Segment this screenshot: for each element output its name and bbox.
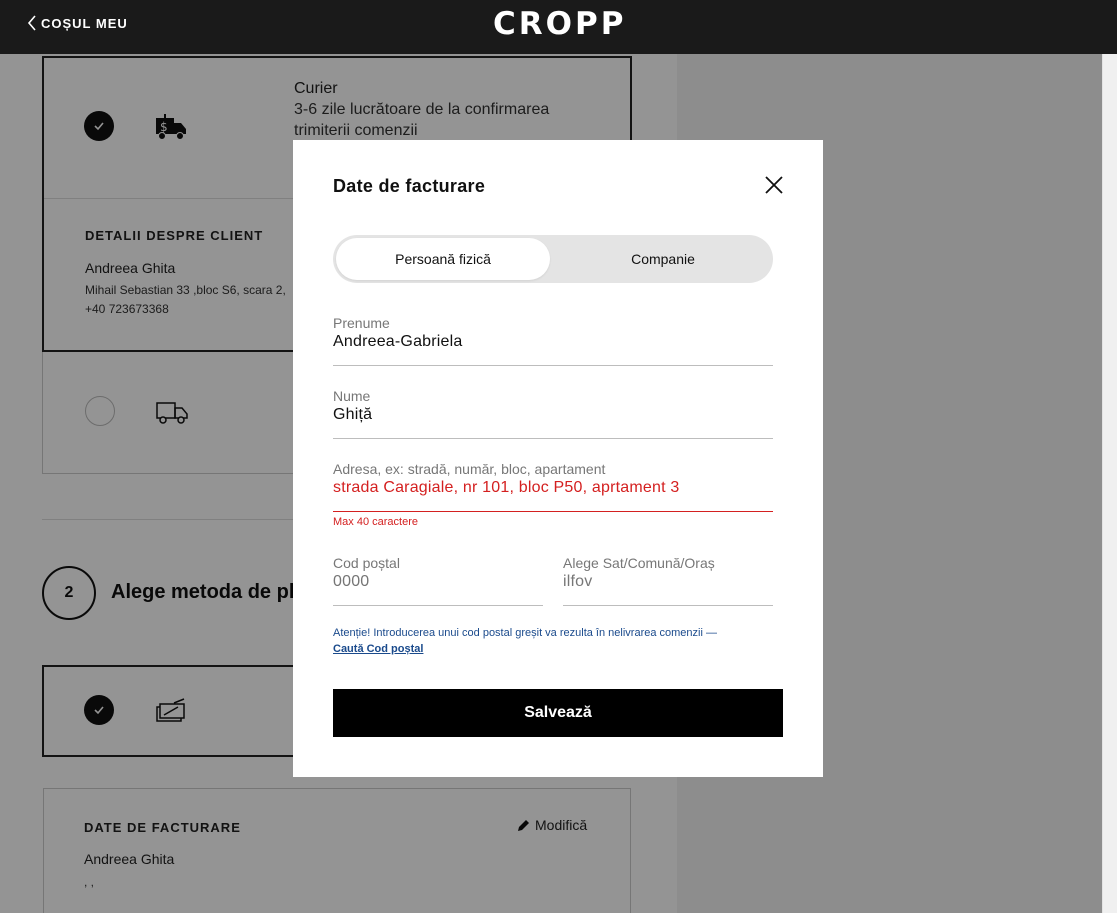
last-name-label: Nume (333, 388, 371, 404)
address-input[interactable] (333, 479, 773, 497)
postal-code-field: Cod poștal (333, 555, 543, 606)
locality-input[interactable] (563, 573, 773, 591)
last-name-input[interactable] (333, 406, 773, 424)
first-name-label: Prenume (333, 315, 390, 331)
chevron-left-icon (27, 15, 36, 31)
postal-code-label: Cod poștal (333, 555, 400, 571)
address-error-message: Max 40 caractere (333, 516, 418, 528)
tab-individual[interactable]: Persoană fizică (336, 238, 550, 280)
customer-type-toggle: Persoană fizică Companie (333, 235, 773, 283)
modal-title: Date de facturare (333, 176, 486, 196)
brand-logo[interactable]: CROPP (493, 6, 626, 42)
warning-text: Atenție! Introducerea unui cod postal gr… (333, 627, 717, 639)
tab-company[interactable]: Companie (556, 238, 770, 280)
postal-code-input[interactable] (333, 573, 543, 591)
first-name-input[interactable] (333, 333, 773, 351)
address-label: Adresa, ex: stradă, număr, bloc, apartam… (333, 461, 606, 477)
locality-label: Alege Sat/Comună/Oraș (563, 555, 715, 571)
postal-code-warning: Atenție! Introducerea unui cod postal gr… (333, 625, 773, 657)
last-name-field: Nume (333, 388, 773, 439)
find-postal-code-link[interactable]: Caută Cod poștal (333, 641, 773, 657)
billing-modal: Date de facturare Persoană fizică Compan… (293, 140, 823, 777)
back-label: COȘUL MEU (41, 15, 128, 31)
save-button[interactable]: Salvează (333, 689, 783, 737)
address-field: Adresa, ex: stradă, număr, bloc, apartam… (333, 461, 773, 512)
page-scrollbar[interactable] (1102, 54, 1117, 913)
top-bar: COȘUL MEU CROPP (0, 0, 1117, 54)
close-icon[interactable] (763, 174, 785, 196)
locality-field: Alege Sat/Comună/Oraș (563, 555, 773, 606)
first-name-field: Prenume (333, 315, 773, 366)
back-to-cart-link[interactable]: COȘUL MEU (27, 15, 128, 31)
